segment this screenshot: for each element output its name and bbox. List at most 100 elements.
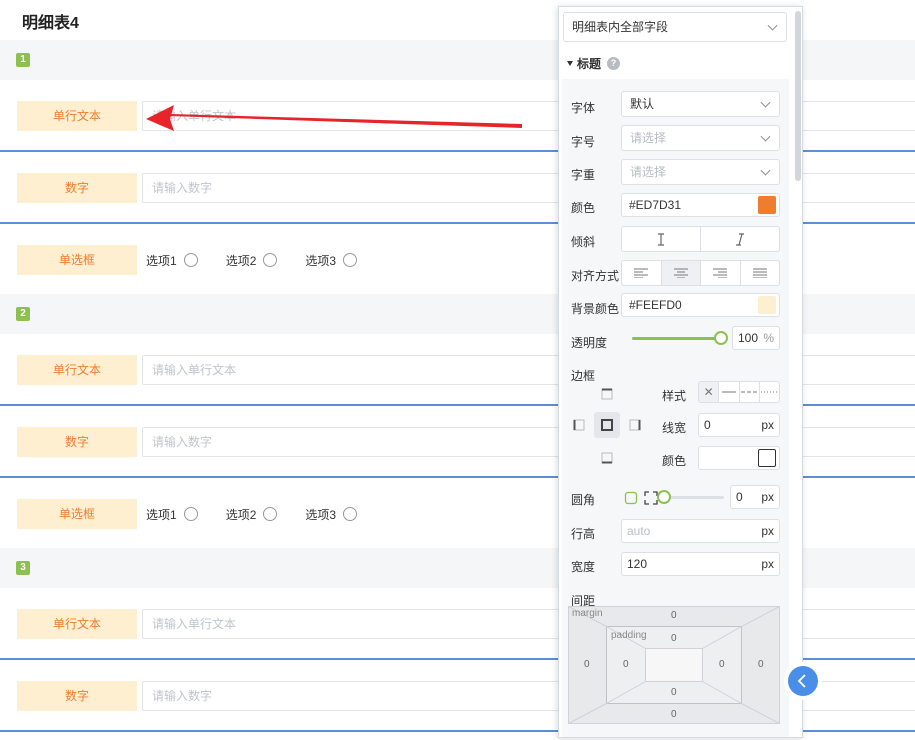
radio-button[interactable] xyxy=(343,507,358,521)
align-right-icon xyxy=(713,268,728,278)
radius-slider-track[interactable] xyxy=(664,496,724,499)
border-bottom-icon xyxy=(601,452,613,464)
radius-value: 0 xyxy=(736,490,743,504)
number-label: 数字 xyxy=(17,427,137,457)
line-height-placeholder: auto xyxy=(627,524,651,538)
background-color-label: 背景颜色 xyxy=(571,302,620,316)
border-style-label: 样式 xyxy=(662,389,687,403)
opacity-input[interactable]: 100 % xyxy=(732,326,780,350)
width-input[interactable]: 120 px xyxy=(621,552,780,576)
border-style-dashed-button[interactable] xyxy=(740,382,760,402)
line-height-unit: px xyxy=(761,524,774,538)
padding-left-value[interactable]: 0 xyxy=(623,659,629,670)
field-scope-select[interactable]: 明细表内全部字段 xyxy=(563,12,787,42)
radio-button[interactable] xyxy=(183,507,198,521)
radius-input[interactable]: 0 px xyxy=(730,485,780,509)
radio-option[interactable]: 选项3 xyxy=(305,252,358,269)
background-color-value: #FEEFD0 xyxy=(629,298,682,312)
padding-bottom-value[interactable]: 0 xyxy=(671,687,677,698)
italic-label: 倾斜 xyxy=(571,235,596,249)
border-color-swatch[interactable] xyxy=(758,449,776,467)
radio-button[interactable] xyxy=(183,253,198,267)
chevron-down-icon xyxy=(760,131,771,142)
border-color-label: 颜色 xyxy=(662,454,687,468)
border-style-solid-button[interactable] xyxy=(719,382,740,402)
radio-group: 选项1 选项2 选项3 xyxy=(146,245,385,275)
corner-select-icon[interactable] xyxy=(644,491,658,505)
background-color-swatch[interactable] xyxy=(758,296,776,314)
radio-group: 选项1 选项2 选项3 xyxy=(146,499,385,529)
page-title: 明细表4 xyxy=(22,15,79,32)
opacity-slider-handle[interactable] xyxy=(714,331,728,345)
radius-unit: px xyxy=(761,490,774,504)
background-color-input[interactable]: #FEEFD0 xyxy=(621,293,780,317)
border-width-input[interactable]: 0 px xyxy=(698,413,780,437)
radius-label: 圆角 xyxy=(571,493,596,507)
border-color-input[interactable] xyxy=(698,446,780,470)
collapse-panel-button[interactable] xyxy=(784,662,822,700)
italic-on-button[interactable] xyxy=(701,227,779,251)
border-style-dotted-button[interactable] xyxy=(760,382,779,402)
line-dotted-icon xyxy=(761,391,778,393)
line-height-input[interactable]: auto px xyxy=(621,519,780,543)
font-size-label: 字号 xyxy=(571,135,596,149)
font-color-swatch[interactable] xyxy=(758,196,776,214)
padding-label: padding xyxy=(611,630,647,641)
opacity-slider-fill xyxy=(632,337,721,340)
radio-option-label: 选项1 xyxy=(146,253,177,268)
padding-top-value[interactable]: 0 xyxy=(671,633,677,644)
group-index-badge: 3 xyxy=(16,561,30,575)
radio-option-label: 选项2 xyxy=(225,253,257,268)
margin-label: margin xyxy=(572,608,603,619)
box-model-diagram xyxy=(568,606,780,724)
question-icon[interactable]: ? xyxy=(607,57,621,70)
border-right-button[interactable] xyxy=(622,412,648,438)
text-cursor-icon xyxy=(658,232,664,246)
border-bottom-button[interactable] xyxy=(594,445,620,471)
number-label: 数字 xyxy=(17,173,137,203)
panel-scrollbar[interactable] xyxy=(795,11,801,181)
italic-off-button[interactable] xyxy=(622,227,701,251)
radio-option[interactable]: 选项2 xyxy=(226,252,278,269)
border-style-none-button[interactable]: ✕ xyxy=(699,382,720,402)
border-top-button[interactable] xyxy=(594,381,620,407)
width-value: 120 xyxy=(627,557,648,571)
align-left-button[interactable] xyxy=(622,261,662,285)
align-justify-icon xyxy=(752,268,767,278)
font-size-select[interactable]: 请选择 xyxy=(621,125,780,151)
font-color-label: 颜色 xyxy=(571,201,596,215)
rounded-corner-icon[interactable] xyxy=(624,491,638,505)
margin-top-value[interactable]: 0 xyxy=(671,610,677,621)
italic-icon xyxy=(736,232,744,246)
title-section-header[interactable]: 标题 ? xyxy=(567,55,621,72)
padding-right-value[interactable]: 0 xyxy=(719,659,725,670)
radio-button[interactable] xyxy=(263,507,278,521)
style-property-panel: 明细表内全部字段 标题 ? 字体 默认 字号 请选择 字重 请选择 颜色 #ED… xyxy=(558,6,803,738)
border-all-button[interactable] xyxy=(594,412,620,438)
font-size-placeholder: 请选择 xyxy=(630,131,667,145)
radio-option-label: 选项3 xyxy=(305,253,337,268)
radio-option[interactable]: 选项1 xyxy=(146,506,198,523)
radius-slider-handle[interactable] xyxy=(657,490,671,504)
font-label: 字体 xyxy=(571,101,596,115)
font-weight-select[interactable]: 请选择 xyxy=(621,159,780,185)
radio-option-label: 选项1 xyxy=(146,507,177,522)
radio-option[interactable]: 选项2 xyxy=(226,506,278,523)
margin-bottom-value[interactable]: 0 xyxy=(671,709,677,720)
font-color-input[interactable]: #ED7D31 xyxy=(621,193,780,217)
border-left-button[interactable] xyxy=(566,412,592,438)
font-color-value: #ED7D31 xyxy=(629,198,682,212)
margin-left-value[interactable]: 0 xyxy=(584,659,590,670)
align-center-button[interactable] xyxy=(661,261,701,285)
font-select[interactable]: 默认 xyxy=(621,91,780,117)
radio-option[interactable]: 选项3 xyxy=(305,506,358,523)
radio-button[interactable] xyxy=(343,253,358,267)
align-right-button[interactable] xyxy=(701,261,741,285)
single-line-text-label: 单行文本 xyxy=(17,101,137,131)
align-justify-button[interactable] xyxy=(741,261,780,285)
radio-option[interactable]: 选项1 xyxy=(146,252,198,269)
margin-right-value[interactable]: 0 xyxy=(758,659,764,670)
radio-button[interactable] xyxy=(263,253,278,267)
red-arrow-annotation-icon xyxy=(146,105,522,131)
width-label: 宽度 xyxy=(571,560,596,574)
